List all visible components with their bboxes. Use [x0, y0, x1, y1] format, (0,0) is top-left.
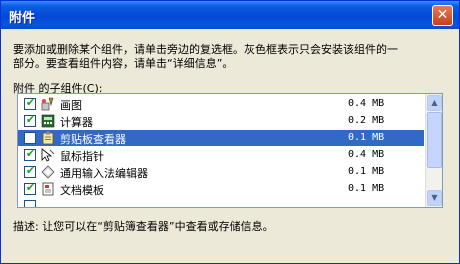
description-line-2: 部分。要查看组件内容，请单击“详细信息”。 — [13, 57, 234, 70]
list-item[interactable]: ✔ 鼠标指针 0.4 MB — [18, 147, 424, 163]
component-size: 0.4 MB — [348, 98, 385, 109]
calculator-icon — [41, 114, 55, 128]
component-size: 0.1 MB — [348, 183, 385, 194]
check-icon: ✔ — [25, 147, 36, 160]
chevron-down-icon: ▼ — [431, 193, 438, 202]
component-name: 鼠标指针 — [60, 150, 104, 163]
component-size: 0.1 MB — [348, 166, 385, 177]
accessories-dialog: 附件 ✕ 要添加或删除某个组件，请单击旁边的复选框。灰色框表示只会安装该组件的一… — [0, 0, 460, 264]
component-size: 0.4 MB — [348, 149, 385, 160]
list-item[interactable]: ✔ 通用输入法编辑器 0.1 MB — [18, 164, 424, 180]
window-title: 附件 — [9, 11, 36, 26]
mouse-pointer-icon — [41, 148, 55, 162]
component-name: 通用输入法编辑器 — [60, 167, 148, 180]
list-item[interactable]: ✔ 画图 0.4 MB — [18, 96, 424, 112]
list-item[interactable]: ✔ 文档模板 0.1 MB — [18, 181, 424, 197]
component-name: 剪贴板查看器 — [60, 133, 126, 146]
scroll-down-button[interactable]: ▼ — [427, 190, 442, 206]
check-icon: ✔ — [25, 181, 36, 194]
component-checkbox[interactable]: ✔ — [24, 147, 36, 161]
component-checkbox[interactable] — [24, 200, 36, 207]
component-checkbox[interactable]: ✔ — [24, 96, 36, 110]
component-checkbox[interactable]: ✔ — [24, 113, 36, 127]
component-size: 0.2 MB — [348, 115, 385, 126]
component-name: 画图 — [60, 99, 82, 112]
check-icon: ✔ — [25, 96, 36, 109]
list-item-selected[interactable]: 剪贴板查看器 0.1 MB — [18, 130, 424, 146]
paint-icon — [41, 97, 54, 111]
scroll-up-button[interactable]: ▲ — [427, 95, 442, 111]
close-button[interactable]: ✕ — [432, 5, 453, 26]
component-checkbox[interactable] — [24, 132, 36, 144]
check-icon: ✔ — [25, 164, 36, 177]
clipboard-viewer-icon — [42, 131, 54, 145]
list-item-partial[interactable] — [18, 198, 424, 207]
list-item[interactable]: ✔ 计算器 0.2 MB — [18, 113, 424, 129]
component-name: 计算器 — [60, 116, 93, 129]
title-bar[interactable]: 附件 ✕ — [1, 1, 459, 29]
component-name: 文档模板 — [60, 184, 104, 197]
component-checkbox[interactable]: ✔ — [24, 164, 36, 178]
scroll-thumb[interactable] — [427, 112, 442, 168]
component-description: 描述: 让您可以在“剪贴簿查看器”中查看或存储信息。 — [13, 220, 274, 233]
check-icon: ✔ — [25, 113, 36, 126]
component-checkbox[interactable]: ✔ — [24, 181, 36, 195]
document-template-icon — [42, 182, 54, 196]
ime-icon — [41, 165, 55, 179]
list-scrollbar[interactable]: ▲ ▼ — [425, 94, 442, 207]
close-icon: ✕ — [436, 7, 449, 23]
chevron-up-icon: ▲ — [431, 98, 438, 107]
subcomponents-list[interactable]: ✔ 画图 0.4 MB ✔ 计算器 0.2 MB 剪贴板查看器 0.1 MB ✔… — [17, 93, 443, 208]
component-size: 0.1 MB — [348, 132, 385, 143]
